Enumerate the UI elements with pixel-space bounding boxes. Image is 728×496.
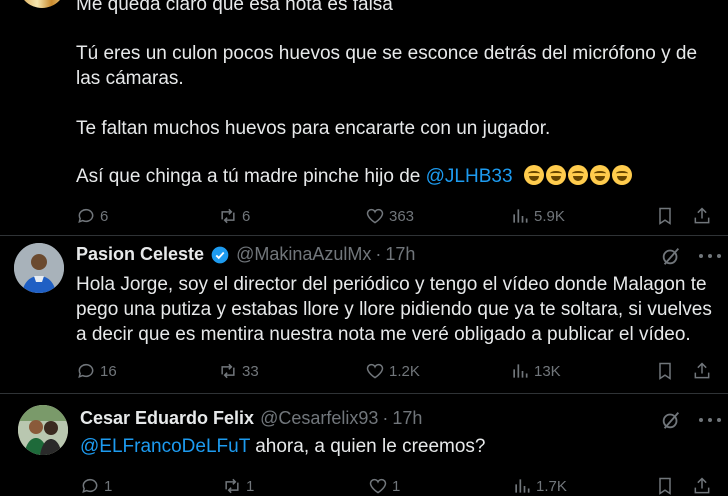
share-icon	[694, 207, 710, 224]
repost-count: 6	[242, 207, 251, 225]
views-button[interactable]: 1.7K	[512, 476, 567, 496]
like-button[interactable]: 1.2K	[365, 361, 420, 381]
like-count: 363	[389, 207, 415, 225]
reply-button[interactable]: 6	[76, 206, 108, 226]
joy-emoji-icon	[523, 165, 544, 185]
divider	[0, 393, 728, 394]
avatar-partial[interactable]	[18, 0, 66, 8]
analytics-icon	[513, 209, 528, 223]
bookmark-icon	[659, 477, 671, 495]
views-count: 13K	[534, 362, 561, 380]
heart-icon	[369, 478, 387, 494]
avatar[interactable]	[18, 405, 68, 455]
views-count: 5.9K	[534, 207, 565, 225]
mention-link[interactable]: @ELFrancoDeLFuT	[80, 436, 250, 457]
like-count: 1.2K	[389, 362, 420, 380]
mention-link[interactable]: @JLHB33	[426, 166, 513, 187]
timestamp[interactable]: 17h	[385, 244, 415, 265]
repost-icon	[221, 208, 235, 224]
bookmark-button[interactable]	[655, 206, 679, 226]
more-options-icon[interactable]	[697, 248, 723, 264]
share-button[interactable]	[692, 361, 716, 381]
avatar-couple-image	[18, 405, 68, 455]
joy-emoji-icon	[545, 165, 566, 185]
avatar[interactable]	[14, 243, 64, 293]
repost-icon	[225, 478, 239, 494]
views-count: 1.7K	[536, 477, 567, 495]
analytics-icon	[515, 479, 530, 493]
avatar-person-image	[14, 243, 64, 293]
tweet1-text-line: Te faltan muchos huevos para encararte c…	[76, 118, 551, 139]
tweet1-text-line: Así que chinga a tú madre pinche hijo de…	[76, 164, 634, 189]
share-icon	[694, 477, 710, 494]
share-button[interactable]	[692, 476, 716, 496]
reply-count: 16	[100, 362, 117, 380]
repost-button[interactable]: 33	[218, 361, 259, 381]
verified-badge-icon	[211, 246, 229, 263]
author-handle[interactable]: @Cesarfelix93	[260, 408, 378, 429]
share-button[interactable]	[692, 206, 716, 226]
tweet2-text-line: pego una putiza y estabas llore y llore …	[76, 299, 712, 320]
bookmark-icon	[659, 207, 671, 225]
repost-button[interactable]: 1	[222, 476, 254, 496]
views-button[interactable]: 5.9K	[510, 206, 565, 226]
joy-emoji-icon	[589, 165, 610, 185]
grok-icon[interactable]	[660, 245, 682, 267]
bookmark-button[interactable]	[655, 476, 679, 496]
heart-icon	[366, 208, 384, 224]
share-icon	[694, 362, 710, 379]
separator-dot: ·	[375, 244, 382, 264]
repost-icon	[221, 363, 235, 379]
divider	[0, 235, 728, 236]
bookmark-icon	[659, 362, 671, 380]
like-button[interactable]: 1	[368, 476, 400, 496]
tweet2-header: Pasion Celeste @MakinaAzulMx · 17h	[76, 244, 415, 265]
tweet1-text-partial: Me queda claro que esa nota es falsa	[76, 0, 393, 15]
timestamp[interactable]: 17h	[392, 408, 422, 429]
reply-icon	[78, 208, 94, 224]
heart-icon	[366, 363, 384, 379]
reply-button[interactable]: 1	[80, 476, 112, 496]
reply-count: 1	[104, 477, 113, 495]
more-options-icon[interactable]	[697, 412, 723, 428]
tweet1-text-line: Tú eres un culon pocos huevos que se esc…	[76, 43, 698, 64]
repost-button[interactable]: 6	[218, 206, 250, 226]
grok-icon[interactable]	[660, 409, 682, 431]
author-name[interactable]: Pasion Celeste	[76, 244, 204, 265]
emoji-group	[523, 165, 634, 187]
tweet1-text-prefix: Así que chinga a tú madre pinche hijo de	[76, 166, 426, 187]
like-count: 1	[392, 477, 401, 495]
reply-button[interactable]: 16	[76, 361, 117, 381]
author-handle[interactable]: @MakinaAzulMx	[236, 244, 371, 265]
tweet3-text: @ELFrancoDeLFuT ahora, a quien le creemo…	[80, 434, 486, 459]
views-button[interactable]: 13K	[510, 361, 561, 381]
tweet3-header: Cesar Eduardo Felix @Cesarfelix93 · 17h	[80, 408, 422, 429]
author-name[interactable]: Cesar Eduardo Felix	[80, 408, 254, 429]
joy-emoji-icon	[567, 165, 588, 185]
tweet2-text-line: Hola Jorge, soy el director del periódic…	[76, 274, 707, 295]
analytics-icon	[513, 364, 528, 378]
joy-emoji-icon	[611, 165, 632, 185]
reply-icon	[82, 478, 98, 494]
repost-count: 33	[242, 362, 259, 380]
separator-dot: ·	[382, 408, 389, 428]
tweet1-text-line: las cámaras.	[76, 68, 184, 89]
like-button[interactable]: 363	[365, 206, 414, 226]
bookmark-button[interactable]	[655, 361, 679, 381]
reply-count: 6	[100, 207, 109, 225]
repost-count: 1	[246, 477, 255, 495]
tweet2-text-line: a decir que es mentira nuestra nota me v…	[76, 324, 691, 345]
tweet3-text-body: ahora, a quien le creemos?	[249, 436, 486, 457]
reply-icon	[78, 363, 94, 379]
